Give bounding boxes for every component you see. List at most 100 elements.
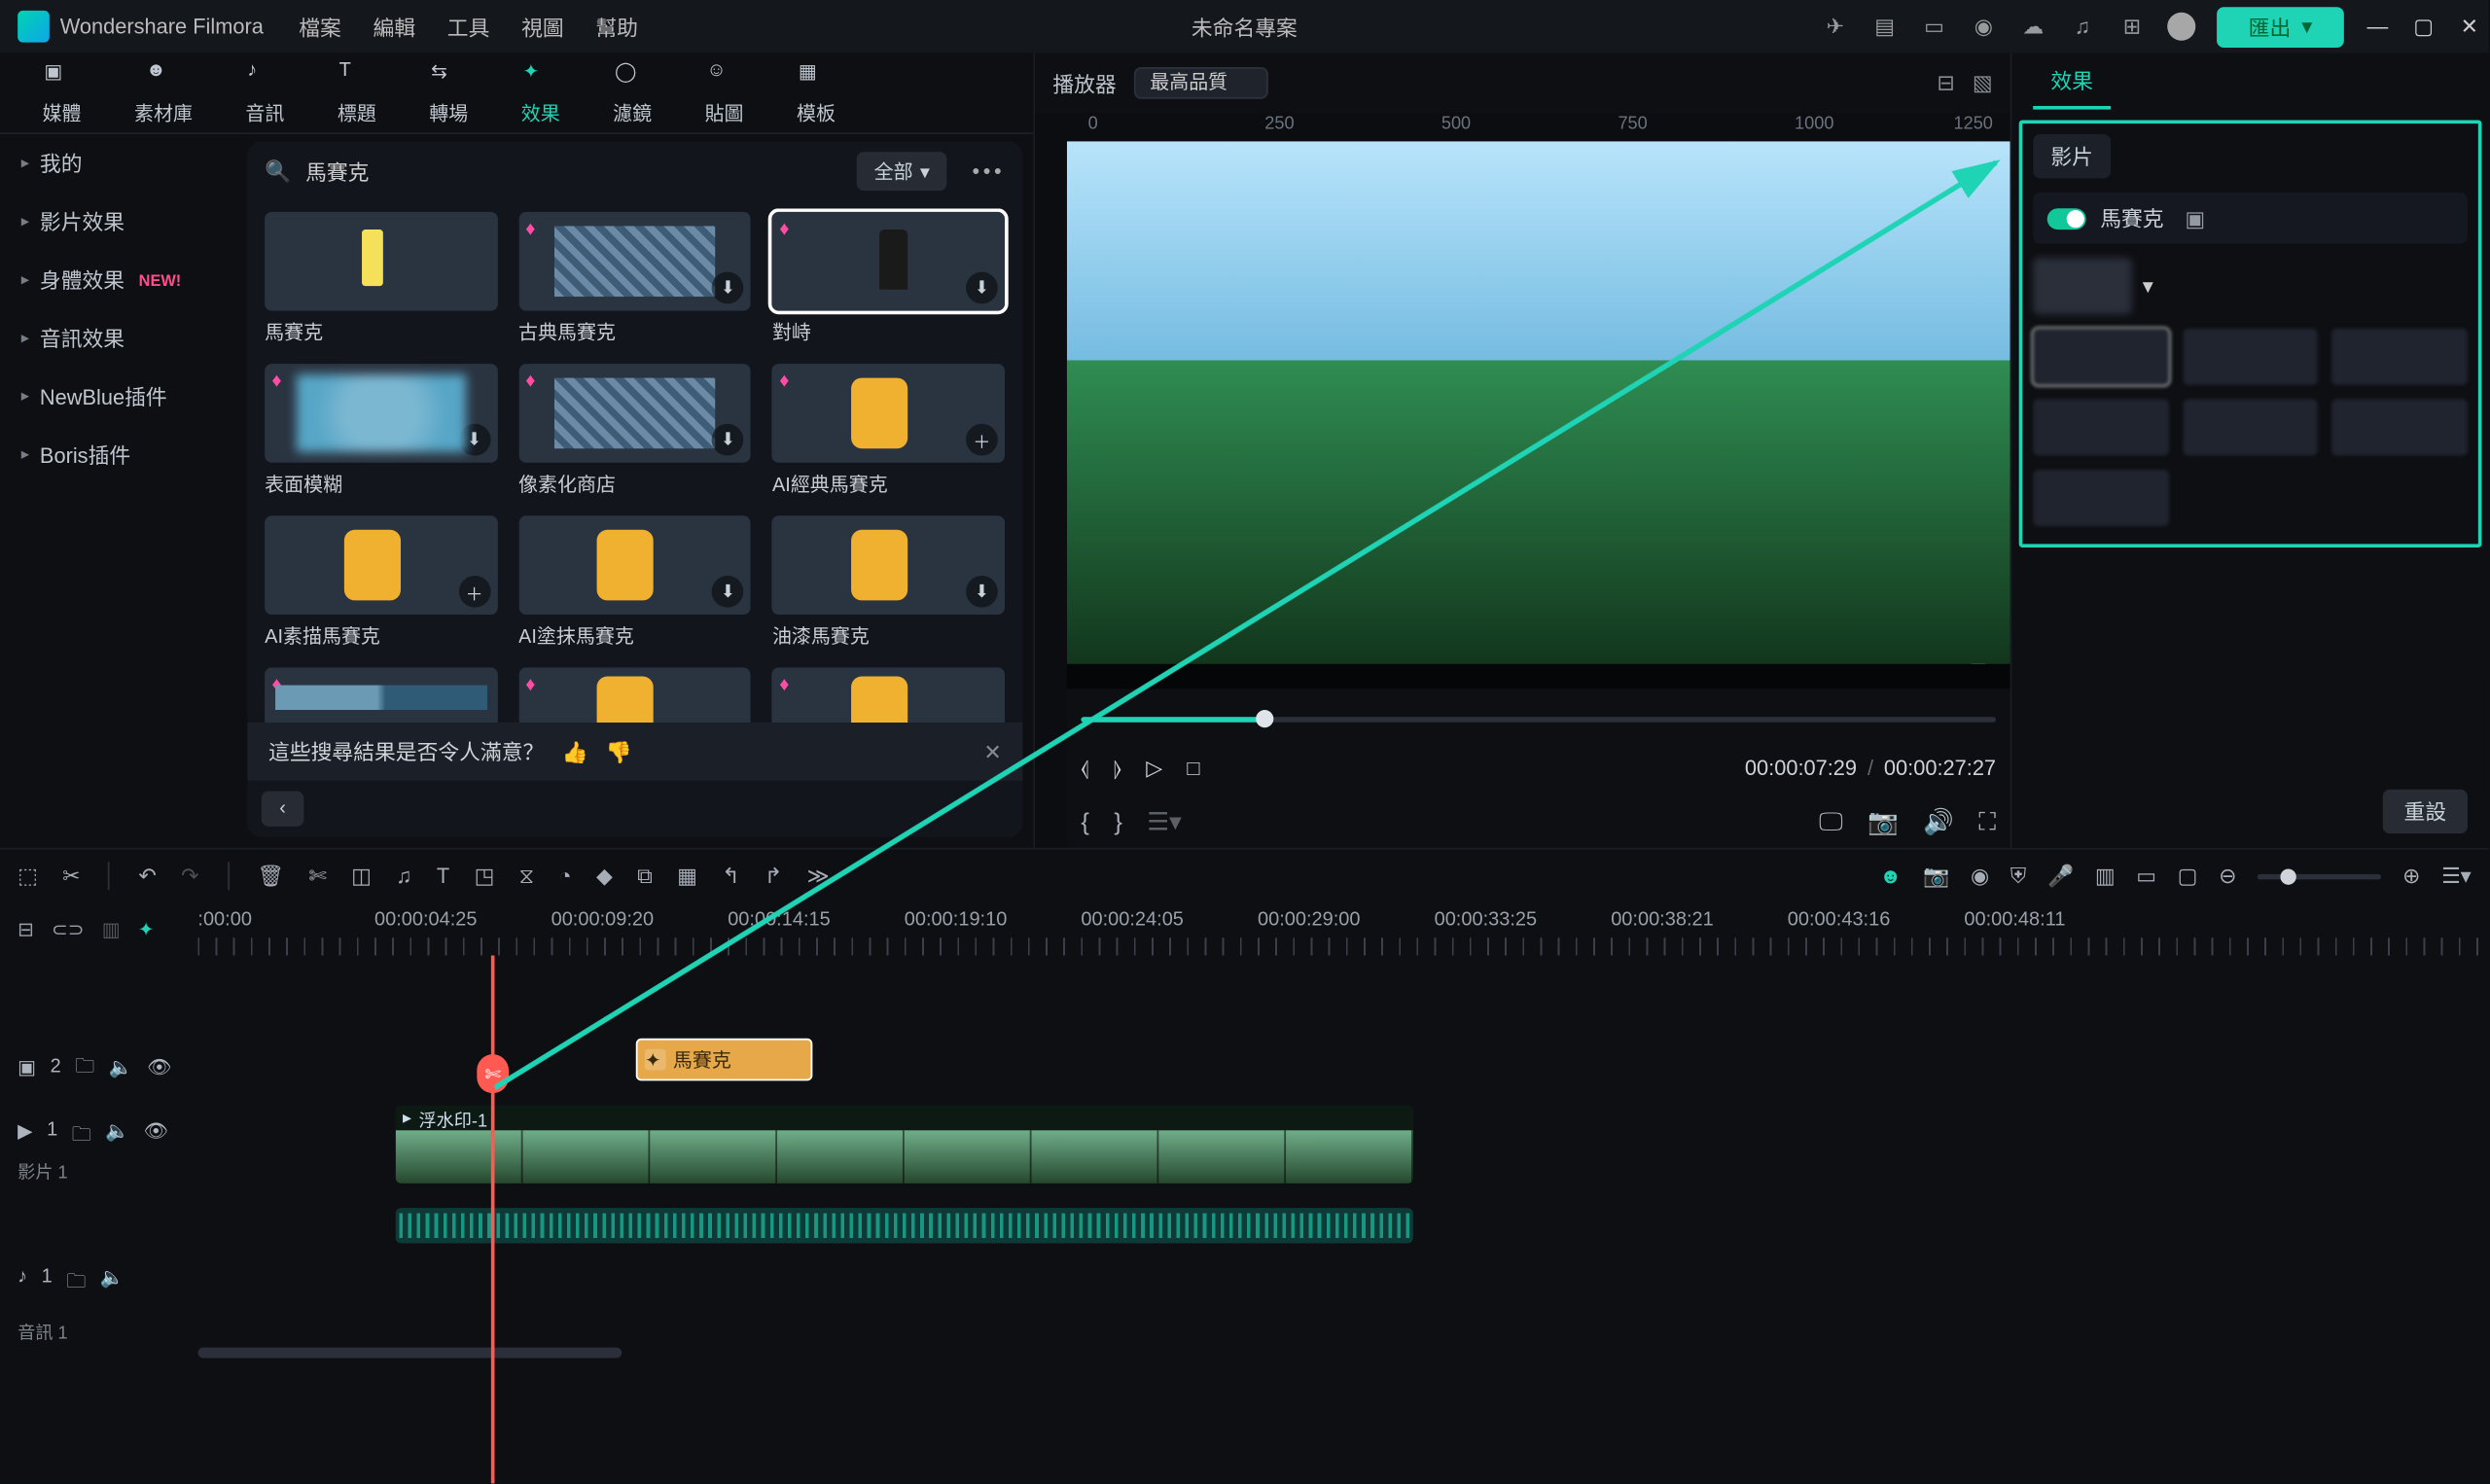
- target-icon[interactable]: ▣: [2185, 206, 2205, 230]
- headphones-icon[interactable]: ♫: [2068, 13, 2096, 41]
- preset-1[interactable]: [2033, 329, 2168, 385]
- zoom-slider[interactable]: [2258, 873, 2381, 878]
- crop-button[interactable]: ◫: [351, 864, 372, 888]
- lasso-tool[interactable]: ✂: [62, 864, 80, 888]
- zoom-in-button[interactable]: ⊕: [2402, 864, 2420, 888]
- effect-thumb[interactable]: ♦＋: [772, 364, 1005, 463]
- cut-indicator[interactable]: ✄: [477, 1054, 509, 1093]
- add-icon[interactable]: ＋: [966, 424, 998, 456]
- tab-effects[interactable]: ✦效果: [521, 59, 560, 126]
- effect-item[interactable]: ♦⬇表面模糊: [265, 364, 497, 498]
- redo-button[interactable]: ↷: [181, 864, 198, 888]
- volume-icon[interactable]: 🔊: [1923, 806, 1954, 836]
- folder-icon[interactable]: 🗀: [72, 1119, 91, 1153]
- snapshot-icon[interactable]: ▧: [1973, 71, 1993, 95]
- mute-icon[interactable]: 🔈: [109, 1055, 133, 1078]
- cat-body-effects[interactable]: ▸身體效果NEW!: [0, 251, 244, 309]
- split-button[interactable]: ✄: [308, 864, 326, 888]
- effect-item[interactable]: ♦: [265, 667, 497, 722]
- effect-item[interactable]: ♦⬇古典馬賽克: [518, 212, 751, 346]
- selection-handles[interactable]: [1915, 569, 1997, 651]
- text-button[interactable]: T: [437, 864, 449, 888]
- keyframe-button[interactable]: ◆: [596, 864, 613, 888]
- rotation-handle[interactable]: [1972, 657, 1986, 664]
- pointer-tool[interactable]: ⬚: [18, 864, 38, 888]
- eye-icon[interactable]: 👁: [144, 1119, 168, 1153]
- folder-icon[interactable]: 🗀: [75, 1050, 94, 1084]
- screen-icon[interactable]: ▭: [1920, 13, 1948, 41]
- effect-thumb[interactable]: ♦: [518, 667, 751, 722]
- record-icon[interactable]: ◉: [1970, 13, 1998, 41]
- tab-stock[interactable]: ☻素材庫: [134, 59, 193, 126]
- add-icon[interactable]: ＋: [459, 576, 491, 608]
- brace-close-icon[interactable]: }: [1114, 807, 1122, 835]
- menu-tools[interactable]: 工具: [447, 12, 490, 42]
- tl-icon-3[interactable]: ▥: [102, 917, 121, 940]
- tab-template[interactable]: ▦模板: [797, 59, 836, 126]
- view-list-icon[interactable]: ☰▾: [2441, 864, 2471, 888]
- tab-filter[interactable]: ◯濾鏡: [613, 59, 652, 126]
- mask-button[interactable]: ◳: [475, 864, 495, 888]
- link-button[interactable]: ⧉: [637, 863, 653, 889]
- quality-select[interactable]: 最高品質: [1134, 67, 1268, 99]
- effect-thumb[interactable]: ♦⬇: [518, 364, 751, 463]
- cat-video-effects[interactable]: ▸影片效果: [0, 193, 244, 251]
- clip-video[interactable]: ▸浮水印-1: [396, 1106, 1413, 1184]
- effect-thumb[interactable]: ♦: [265, 667, 497, 722]
- download-icon[interactable]: ⬇: [966, 272, 998, 304]
- cam-tool[interactable]: 📷: [1923, 864, 1949, 888]
- playhead[interactable]: [491, 955, 495, 1483]
- mic-tool[interactable]: 🎤: [2047, 864, 2074, 888]
- download-icon[interactable]: ⬇: [459, 424, 491, 456]
- subtab-video[interactable]: 影片: [2033, 134, 2111, 178]
- effect-thumb[interactable]: ♦⬇: [772, 212, 1005, 311]
- marker-tool[interactable]: ▭: [2136, 864, 2156, 888]
- compare-icon[interactable]: ⊟: [1937, 71, 1954, 95]
- more-button[interactable]: •••: [973, 159, 1006, 183]
- tl-icon-4[interactable]: ✦: [138, 917, 155, 940]
- download-icon[interactable]: ⬇: [966, 576, 998, 608]
- more-tools[interactable]: ≫: [807, 864, 830, 888]
- cat-my[interactable]: ▸我的: [0, 134, 244, 193]
- close-icon[interactable]: ✕: [983, 739, 1001, 763]
- cloud-icon[interactable]: ☁: [2019, 13, 2047, 41]
- preset-2[interactable]: [2183, 329, 2318, 385]
- shield-tool[interactable]: ⛨: [2010, 863, 2026, 889]
- tab-effects-props[interactable]: 效果: [2033, 54, 2111, 109]
- tab-title[interactable]: T標題: [338, 59, 376, 126]
- effect-item[interactable]: ♦⬇對峙: [772, 212, 1005, 346]
- effect-item[interactable]: ⬇油漆馬賽克: [772, 515, 1005, 650]
- apps-icon[interactable]: ⊞: [2117, 13, 2146, 41]
- display-icon[interactable]: 🖵: [1819, 806, 1843, 836]
- stop-button[interactable]: □: [1187, 756, 1199, 780]
- color-button[interactable]: ◔: [558, 864, 571, 888]
- tl-icon-1[interactable]: ⊟: [18, 917, 34, 940]
- next-frame-button[interactable]: ⦊: [1114, 755, 1121, 781]
- marker2-tool[interactable]: ▢: [2178, 864, 2198, 888]
- effect-item[interactable]: ⬇AI塗抹馬賽克: [518, 515, 751, 650]
- clip-mosaic-effect[interactable]: ✦ 馬賽克: [636, 1039, 813, 1081]
- effect-thumb[interactable]: ＋: [265, 515, 497, 615]
- effect-enable-toggle[interactable]: [2047, 207, 2086, 229]
- fwd-tool[interactable]: ↱: [765, 864, 782, 888]
- back-tool[interactable]: ↰: [722, 864, 739, 888]
- tab-transition[interactable]: ⇆轉場: [429, 59, 468, 126]
- thumbs-up-icon[interactable]: 👍: [562, 739, 588, 763]
- menu-file[interactable]: 檔案: [299, 12, 341, 42]
- reset-button[interactable]: 重設: [2383, 790, 2468, 833]
- filter-dropdown[interactable]: 全部▾: [857, 152, 948, 191]
- tab-sticker[interactable]: ☺貼圖: [705, 59, 744, 126]
- effect-thumb[interactable]: ⬇: [518, 515, 751, 615]
- preset-4[interactable]: [2033, 399, 2168, 455]
- group-button[interactable]: ▦: [677, 864, 697, 888]
- brace-open-icon[interactable]: {: [1081, 807, 1089, 835]
- back-button[interactable]: ‹: [262, 792, 304, 827]
- effect-item[interactable]: ♦＋AI經典馬賽克: [772, 364, 1005, 498]
- device-icon[interactable]: ▤: [1870, 13, 1899, 41]
- preset-5[interactable]: [2183, 399, 2318, 455]
- send-icon[interactable]: ✈: [1821, 13, 1849, 41]
- scrubber[interactable]: [1081, 703, 1996, 735]
- cat-audio-effects[interactable]: ▸音訊效果: [0, 309, 244, 368]
- menu-view[interactable]: 視圖: [521, 12, 564, 42]
- eye-icon[interactable]: 👁: [147, 1055, 171, 1078]
